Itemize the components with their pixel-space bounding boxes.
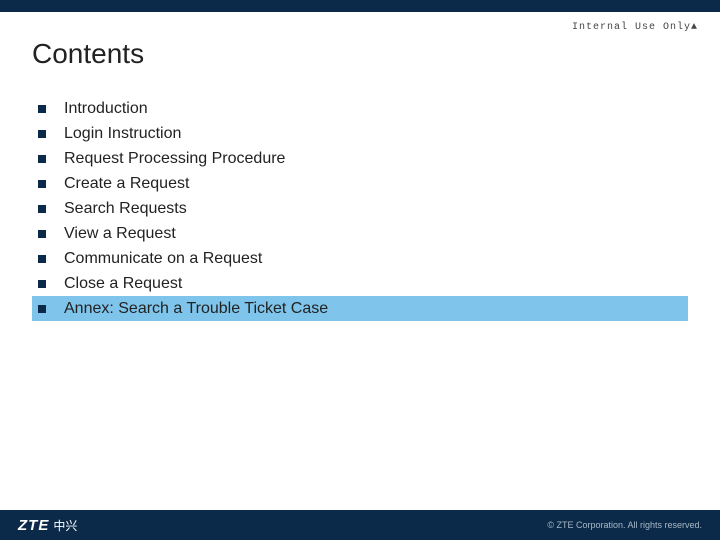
list-item-label: Create a Request bbox=[64, 175, 189, 193]
footer-copyright: © ZTE Corporation. All rights reserved. bbox=[547, 520, 702, 530]
square-bullet-icon bbox=[38, 230, 46, 238]
list-item-label: Annex: Search a Trouble Ticket Case bbox=[64, 300, 328, 318]
list-item-label: Close a Request bbox=[64, 275, 182, 293]
footer-bar: ZTE 中兴 © ZTE Corporation. All rights res… bbox=[0, 510, 720, 540]
page-title: Contents bbox=[32, 38, 144, 70]
list-item: Login Instruction bbox=[32, 121, 688, 146]
top-accent-bar bbox=[0, 0, 720, 12]
square-bullet-icon bbox=[38, 255, 46, 263]
list-item: Annex: Search a Trouble Ticket Case bbox=[32, 296, 688, 321]
list-item: Communicate on a Request bbox=[32, 246, 688, 271]
list-item: View a Request bbox=[32, 221, 688, 246]
list-item: Search Requests bbox=[32, 196, 688, 221]
list-item: Request Processing Procedure bbox=[32, 146, 688, 171]
list-item-label: Communicate on a Request bbox=[64, 250, 262, 268]
logo-text: ZTE bbox=[18, 517, 49, 534]
square-bullet-icon bbox=[38, 155, 46, 163]
footer-logo: ZTE 中兴 bbox=[18, 517, 77, 534]
list-item: Close a Request bbox=[32, 271, 688, 296]
list-item-label: Search Requests bbox=[64, 200, 187, 218]
slide: Internal Use Only▲ Contents Introduction… bbox=[0, 0, 720, 540]
classification-label: Internal Use Only▲ bbox=[572, 22, 698, 33]
logo-cn: 中兴 bbox=[53, 517, 77, 534]
list-item-label: Login Instruction bbox=[64, 125, 181, 143]
list-item: Create a Request bbox=[32, 171, 688, 196]
list-item-label: View a Request bbox=[64, 225, 176, 243]
square-bullet-icon bbox=[38, 105, 46, 113]
list-item-label: Request Processing Procedure bbox=[64, 150, 285, 168]
square-bullet-icon bbox=[38, 130, 46, 138]
square-bullet-icon bbox=[38, 305, 46, 313]
square-bullet-icon bbox=[38, 180, 46, 188]
list-item: Introduction bbox=[32, 96, 688, 121]
square-bullet-icon bbox=[38, 205, 46, 213]
contents-list: Introduction Login Instruction Request Pro… bbox=[32, 96, 688, 321]
list-item-label: Introduction bbox=[64, 100, 148, 118]
square-bullet-icon bbox=[38, 280, 46, 288]
